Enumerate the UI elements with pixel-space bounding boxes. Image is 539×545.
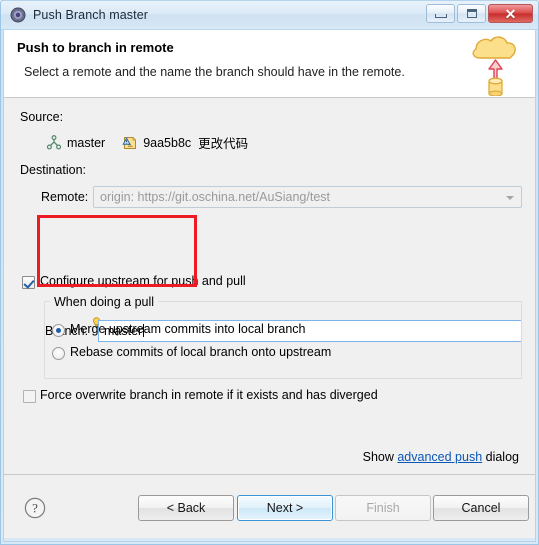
destination-label: Destination: <box>20 163 87 177</box>
configure-upstream-checkbox[interactable] <box>22 276 35 289</box>
close-button[interactable]: ✕ <box>488 4 533 23</box>
wizard-header: Push to branch in remote Select a remote… <box>4 30 535 98</box>
remote-combo-value: origin: https://git.oschina.net/AuSiang/… <box>100 190 330 204</box>
maximize-icon <box>466 9 477 18</box>
title-bar: Push Branch master ✕ <box>1 1 538 30</box>
wizard-body: Source: master 9aa5b8c 更改代码 Destination:… <box>4 98 535 474</box>
source-label: Source: <box>20 110 64 124</box>
caption-buttons: ✕ <box>426 4 533 23</box>
force-overwrite-label: Force overwrite branch in remote if it e… <box>40 388 378 402</box>
maximize-button[interactable] <box>457 4 486 23</box>
next-button[interactable]: Next > <box>237 495 333 521</box>
back-button[interactable]: < Back <box>138 495 234 521</box>
when-doing-a-pull-group <box>44 301 522 379</box>
source-commit-message: 更改代码 <box>198 137 249 151</box>
advanced-push-line: Show advanced push dialog <box>363 450 519 464</box>
git-branch-icon <box>46 134 62 151</box>
source-branch-name: master <box>67 135 106 150</box>
radio-rebase-commits-label: Rebase commits of local branch onto upst… <box>70 345 332 359</box>
wizard-title: Push to branch in remote <box>17 40 174 55</box>
wizard-description: Select a remote and the name the branch … <box>24 65 405 79</box>
commit-note-icon <box>122 135 138 151</box>
close-icon: ✕ <box>504 5 517 22</box>
cancel-button[interactable]: Cancel <box>433 495 529 521</box>
push-branch-dialog: Push Branch master ✕ Push to branch in r… <box>0 0 539 545</box>
source-commit-id: 9aa5b8c <box>143 135 192 150</box>
minimize-icon <box>434 14 447 18</box>
cloud-upload-icon <box>465 32 523 97</box>
force-overwrite-checkbox[interactable] <box>23 390 36 403</box>
radio-rebase-commits[interactable] <box>52 347 65 360</box>
group-border-right <box>152 301 522 302</box>
radio-merge-upstream[interactable] <box>52 324 65 337</box>
advanced-suffix: dialog <box>482 450 519 464</box>
remote-label: Remote: <box>41 190 89 204</box>
finish-button: Finish <box>335 495 431 521</box>
push-branch-icon <box>10 7 26 23</box>
source-row: master 9aa5b8c 更改代码 <box>46 133 248 152</box>
radio-merge-upstream-label: Merge upstream commits into local branch <box>70 322 306 336</box>
help-button[interactable]: ? <box>24 497 46 519</box>
window-title: Push Branch master <box>33 8 149 22</box>
chevron-down-icon <box>506 196 514 200</box>
minimize-button[interactable] <box>426 4 455 23</box>
remote-combo[interactable]: origin: https://git.oschina.net/AuSiang/… <box>93 186 522 208</box>
advanced-prefix: Show <box>362 450 398 464</box>
group-title: When doing a pull <box>50 295 159 309</box>
advanced-push-link[interactable]: advanced push <box>397 450 482 464</box>
button-bar: ? < Back Next > Finish Cancel <box>4 475 535 538</box>
svg-text:?: ? <box>32 500 38 515</box>
configure-upstream-label: Configure upstream for push and pull <box>40 274 246 288</box>
